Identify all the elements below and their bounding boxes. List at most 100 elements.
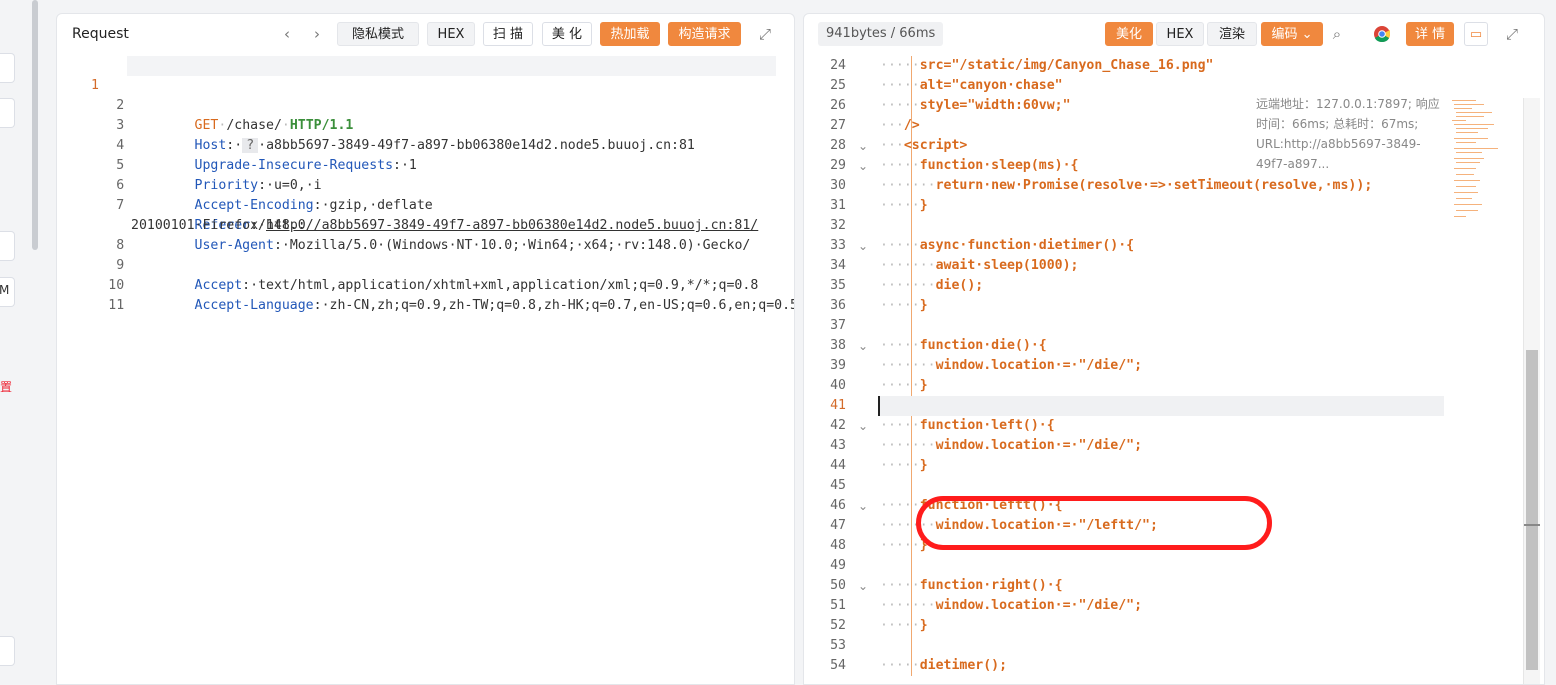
whitespace-dots: ······· — [880, 178, 936, 193]
request-panel: Request ‹ › 隐私模式 HEX 扫 描 美 化 热加载 构造请求 ⤢ … — [56, 13, 795, 685]
fold-toggle-icon[interactable]: ⌄ — [858, 236, 868, 256]
scan-button[interactable]: 扫 描 — [483, 22, 533, 46]
fold-toggle-icon[interactable]: ⌄ — [858, 136, 868, 156]
left-strip-field[interactable] — [0, 636, 15, 666]
code-line: 11 — [57, 276, 794, 313]
privacy-mode-button[interactable]: 隐私模式 — [337, 22, 419, 46]
code-text: } — [919, 618, 928, 633]
details-button[interactable]: 详 情 — [1406, 22, 1454, 46]
code-line: 45 — [804, 476, 1544, 496]
code-line: 25 ·····alt="canyon·chase" — [804, 76, 1544, 96]
line-number: 40 — [830, 378, 846, 393]
left-strip-scrollbar[interactable] — [32, 0, 38, 250]
whitespace-dots: ····· — [880, 98, 920, 113]
fold-toggle-icon[interactable]: ⌄ — [858, 416, 868, 436]
left-strip-field[interactable]: M — [0, 277, 15, 307]
line-number: 54 — [830, 658, 846, 673]
line-number: 50 — [830, 578, 846, 593]
hot-reload-button[interactable]: 热加载 — [600, 22, 660, 46]
render-button[interactable]: 渲染 — [1207, 22, 1257, 46]
whitespace-dots: ······· — [880, 438, 936, 453]
whitespace-dots: ····· — [880, 78, 920, 93]
code-line: 33 ⌄ ·····async·function·dietimer()·{ — [804, 236, 1544, 256]
left-strip-field[interactable] — [0, 98, 15, 128]
line-number: 34 — [830, 258, 846, 273]
code-line: 9 Accept-Language:·zh-CN,zh;q=0.9,zh-TW;… — [57, 236, 794, 313]
left-strip-field[interactable] — [0, 53, 15, 83]
expand-icon[interactable]: ⤢ — [1500, 22, 1524, 46]
line-number: 42 — [830, 418, 846, 433]
code-line: 5 Accept-Encoding:·gzip,·deflate — [57, 136, 794, 213]
line-number: 25 — [830, 78, 846, 93]
expand-icon[interactable]: ⤢ — [753, 22, 777, 46]
comment-icon[interactable]: ▭ — [1464, 22, 1488, 46]
response-beautify-button[interactable]: 美化 — [1105, 22, 1153, 46]
code-line: 30 ·······return·new·Promise(resolve·=>·s… — [804, 176, 1544, 196]
code-minimap[interactable] — [1450, 98, 1502, 228]
line-number: 32 — [830, 218, 846, 233]
code-line: 49 — [804, 556, 1544, 576]
line-number: 27 — [830, 118, 846, 133]
line-number: 48 — [830, 538, 846, 553]
response-hex-button[interactable]: HEX — [1156, 22, 1204, 46]
encoding-dropdown[interactable]: 编码 ⌄ — [1261, 22, 1323, 46]
response-scrollbar[interactable] — [1523, 98, 1540, 684]
chevron-left-icon[interactable]: ‹ — [275, 22, 299, 46]
whitespace-dots: ····· — [880, 618, 920, 633]
line-number: 39 — [830, 358, 846, 373]
code-line: 36 ·····} — [804, 296, 1544, 316]
code-line: 24 ·····src="/static/img/Canyon_Chase_16.… — [804, 56, 1544, 76]
scrollbar-thumb[interactable] — [1526, 350, 1538, 670]
code-line: 44 ·····} — [804, 456, 1544, 476]
fold-toggle-icon[interactable]: ⌄ — [858, 336, 868, 356]
hex-button[interactable]: HEX — [427, 22, 475, 46]
code-text: await·sleep(1000); — [935, 258, 1079, 273]
chevron-down-icon: ⌄ — [1301, 27, 1313, 42]
code-text: dietimer(); — [919, 658, 1008, 673]
whitespace-dots: ····· — [880, 158, 920, 173]
response-toolbar: 941bytes / 66ms 美化 HEX 渲染 编码 ⌄ ⌕ 详 情 ▭ ⤢ — [804, 14, 1544, 56]
fold-toggle-icon[interactable]: ⌄ — [858, 576, 868, 596]
request-editor[interactable]: 1 GET·/chase/·HTTP/1.1 2 Host:·? ·a8bb569… — [57, 56, 794, 684]
whitespace-dots: ····· — [880, 418, 920, 433]
code-text: function·left()·{ — [919, 418, 1055, 433]
code-text: alt="canyon·chase" — [919, 78, 1063, 93]
line-number: 38 — [830, 338, 846, 353]
response-editor[interactable]: 24 ·····src="/static/img/Canyon_Chase_16.… — [804, 56, 1544, 684]
code-text: } — [919, 298, 928, 313]
fold-toggle-icon[interactable]: ⌄ — [858, 156, 868, 176]
beautify-button[interactable]: 美 化 — [542, 22, 592, 46]
search-icon[interactable]: ⌕ — [1325, 22, 1349, 46]
code-line: 3 Upgrade-Insecure-Requests:·1 — [57, 96, 794, 173]
code-line: 52 ·····} — [804, 616, 1544, 636]
whitespace-dots: ····· — [880, 58, 920, 73]
code-line: 41 — [804, 396, 1544, 416]
annotation-ellipse — [916, 496, 1272, 550]
code-text: window.location·=·"/die/"; — [935, 358, 1143, 373]
request-toolbar: Request ‹ › 隐私模式 HEX 扫 描 美 化 热加载 构造请求 ⤢ — [57, 14, 794, 56]
chevron-right-icon[interactable]: › — [305, 22, 329, 46]
code-text: style="width:60vw;" — [919, 98, 1071, 113]
whitespace-dots: ····· — [880, 538, 920, 553]
line-number: 45 — [830, 478, 846, 493]
code-line-wrap: 20100101·Firefox/148.0 — [57, 196, 794, 233]
build-request-button[interactable]: 构造请求 — [668, 22, 741, 46]
whitespace-dots: ····· — [880, 658, 920, 673]
code-line: 32 — [804, 216, 1544, 236]
code-line: 4 Priority:·u=0,·i — [57, 116, 794, 193]
code-line: 39 ·······window.location·=·"/die/"; — [804, 356, 1544, 376]
code-text: } — [919, 458, 928, 473]
response-size-badge: 941bytes / 66ms — [818, 22, 944, 46]
whitespace-dots: ····· — [880, 238, 920, 253]
line-number: 11 — [108, 298, 125, 313]
whitespace-dots: ····· — [880, 458, 920, 473]
left-strip-m-label: M — [0, 283, 10, 297]
left-strip-field[interactable] — [0, 231, 15, 261]
chrome-icon[interactable] — [1370, 22, 1394, 46]
code-line: 2 Host:·? ·a8bb5697-3849-49f7-a897-bb0638… — [57, 76, 794, 153]
scrollbar-marker — [1524, 524, 1540, 526]
fold-toggle-icon[interactable]: ⌄ — [858, 496, 868, 516]
code-line: 50 ⌄ ·····function·right()·{ — [804, 576, 1544, 596]
code-line: 7 User-Agent:·Mozilla/5.0·(Windows·NT·10… — [57, 176, 794, 253]
line-number: 47 — [830, 518, 846, 533]
